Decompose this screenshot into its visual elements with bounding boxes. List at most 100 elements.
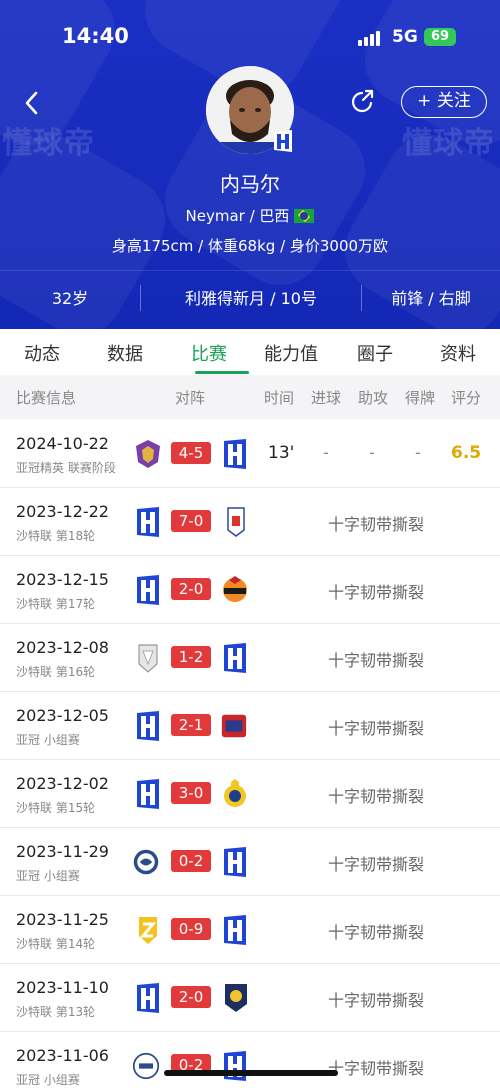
injury-status: 十字韧带撕裂 xyxy=(328,923,425,942)
match-date: 2023-11-10 xyxy=(16,978,109,997)
match-date: 2023-12-08 xyxy=(16,638,109,657)
match-score: 3-0 xyxy=(171,782,211,804)
team-logo-icon xyxy=(138,644,158,673)
match-score: 0-2 xyxy=(171,850,211,872)
match-date: 2023-12-15 xyxy=(16,570,109,589)
team-logo-icon xyxy=(133,849,159,875)
tab-profile[interactable]: 资料 xyxy=(440,340,476,366)
match-score: 2-1 xyxy=(171,714,211,736)
injury-status: 十字韧带撕裂 xyxy=(328,855,425,874)
hilal-logo-icon xyxy=(137,779,159,809)
header-cards: 得牌 xyxy=(405,389,436,407)
match-score: 1-2 xyxy=(171,646,211,668)
header-goals: 进球 xyxy=(311,389,342,407)
match-row[interactable]: 2023-11-29 亚冠 小组赛 0-2 十字韧带撕裂 xyxy=(0,828,500,896)
player-position: 前锋 / 右脚 xyxy=(391,289,471,308)
match-competition: 亚冠 小组赛 xyxy=(16,869,80,883)
player-club[interactable]: 利雅得新月 / 10号 xyxy=(141,285,361,309)
brazil-flag-icon xyxy=(294,209,315,223)
match-score: 4-5 xyxy=(171,442,211,464)
active-tab-indicator xyxy=(195,371,249,374)
tab-ability[interactable]: 能力值 xyxy=(264,340,318,366)
table-header: 比赛信息 对阵 时间 进球 助攻 得牌 评分 xyxy=(0,375,500,419)
match-row[interactable]: 2023-11-06 亚冠 小组赛 0-2 十字韧带撕裂 xyxy=(0,1032,500,1087)
match-competition: 亚冠 小组赛 xyxy=(16,733,80,747)
match-competition: 沙特联 第17轮 xyxy=(16,597,96,611)
player-info-row: 32岁 利雅得新月 / 10号 前锋 / 右脚 xyxy=(0,270,500,329)
follow-button[interactable]: + 关注 xyxy=(401,86,487,118)
team-logo-icon xyxy=(223,576,247,602)
watermark-right: 懂球帝 xyxy=(402,126,495,161)
team-logo-icon xyxy=(227,507,245,537)
hilal-logo-icon xyxy=(137,575,159,605)
injury-status: 十字韧带撕裂 xyxy=(328,991,425,1010)
match-competition: 沙特联 第16轮 xyxy=(16,665,96,679)
tab-data[interactable]: 数据 xyxy=(107,340,143,366)
match-minutes: 13' xyxy=(268,443,295,463)
injury-status: 十字韧带撕裂 xyxy=(328,787,425,806)
match-row[interactable]: 2023-11-25 沙特联 第14轮 0-9 十字韧带撕裂 xyxy=(0,896,500,964)
match-date: 2023-12-22 xyxy=(16,502,109,521)
match-date: 2023-11-29 xyxy=(16,842,109,861)
team-logo-icon xyxy=(139,917,157,944)
match-score: 2-0 xyxy=(171,986,211,1008)
player-stats: 身高175cm / 体重68kg / 身价3000万欧 xyxy=(111,237,389,255)
hilal-logo-icon xyxy=(224,1051,246,1081)
match-row[interactable]: 2023-12-05 亚冠 小组赛 2-1 十字韧带撕裂 xyxy=(0,692,500,760)
header-info: 比赛信息 xyxy=(16,389,77,407)
match-score: 7-0 xyxy=(171,510,211,532)
team-logo-icon xyxy=(136,440,160,468)
match-competition: 沙特联 第15轮 xyxy=(16,801,96,815)
tab-bar: 动态 数据 比赛 能力值 圈子 资料 xyxy=(0,329,500,375)
home-indicator[interactable] xyxy=(164,1070,338,1076)
match-cards: - xyxy=(415,443,421,462)
header-time: 时间 xyxy=(264,389,295,407)
match-row[interactable]: 2023-12-02 沙特联 第15轮 3-0 十字韧带撕裂 xyxy=(0,760,500,828)
player-name: 内马尔 xyxy=(220,172,280,196)
header-assists: 助攻 xyxy=(358,389,389,407)
match-score: 2-0 xyxy=(171,578,211,600)
injury-status: 十字韧带撕裂 xyxy=(328,583,425,602)
hilal-logo-icon xyxy=(224,643,246,673)
match-competition: 沙特联 第14轮 xyxy=(16,937,96,951)
match-row[interactable]: 2023-12-22 沙特联 第18轮 7-0 十字韧带撕裂 xyxy=(0,488,500,556)
injury-status: 十字韧带撕裂 xyxy=(328,515,425,534)
hilal-logo-icon xyxy=(224,847,246,877)
injury-status: 十字韧带撕裂 xyxy=(328,719,425,738)
match-row[interactable]: 2023-11-10 沙特联 第13轮 2-0 十字韧带撕裂 xyxy=(0,964,500,1032)
battery-icon: 69 xyxy=(424,28,456,46)
signal-icon xyxy=(358,30,382,46)
injury-status: 十字韧带撕裂 xyxy=(328,1059,425,1078)
match-date: 2024-10-22 xyxy=(16,434,109,453)
match-date: 2023-11-25 xyxy=(16,910,109,929)
match-date: 2023-11-06 xyxy=(16,1046,109,1065)
tab-news[interactable]: 动态 xyxy=(24,340,60,366)
header-rating: 评分 xyxy=(451,389,482,407)
match-competition: 亚冠精英 联赛阶段 xyxy=(16,461,116,475)
match-competition: 沙特联 第13轮 xyxy=(16,1005,96,1019)
status-time: 14:40 xyxy=(62,24,129,48)
team-logo-icon xyxy=(132,1052,160,1080)
match-row[interactable]: 2023-12-08 沙特联 第16轮 1-2 十字韧带撕裂 xyxy=(0,624,500,692)
header-matchup: 对阵 xyxy=(175,389,206,407)
player-header: 懂球帝 懂球帝 14:40 5G 69 + 关注 内马尔 Neymar / 巴西… xyxy=(0,0,500,329)
hilal-logo-icon xyxy=(137,983,159,1013)
match-row[interactable]: 2023-12-15 沙特联 第17轮 2-0 十字韧带撕裂 xyxy=(0,556,500,624)
tab-matches[interactable]: 比赛 xyxy=(191,340,227,366)
match-date: 2023-12-02 xyxy=(16,774,109,793)
hilal-logo-icon xyxy=(224,915,246,945)
match-rating: 6.5 xyxy=(451,443,482,463)
share-icon[interactable] xyxy=(349,88,377,116)
hilal-logo-icon xyxy=(224,439,246,469)
match-goals: - xyxy=(323,443,329,462)
network-label: 5G xyxy=(392,27,418,47)
match-competition: 亚冠 小组赛 xyxy=(16,1073,80,1087)
team-logo-icon xyxy=(224,779,246,807)
player-age: 32岁 xyxy=(51,289,89,308)
team-logo-icon xyxy=(221,714,247,738)
player-nationality: Neymar / 巴西 xyxy=(185,207,290,225)
back-arrow-icon[interactable] xyxy=(18,88,46,118)
tab-circle[interactable]: 圈子 xyxy=(357,340,393,366)
match-row[interactable]: 2024-10-22 亚冠精英 联赛阶段 4-5 13' - - - 6.5 xyxy=(0,420,500,488)
player-subtitle: Neymar / 巴西 xyxy=(0,205,500,226)
